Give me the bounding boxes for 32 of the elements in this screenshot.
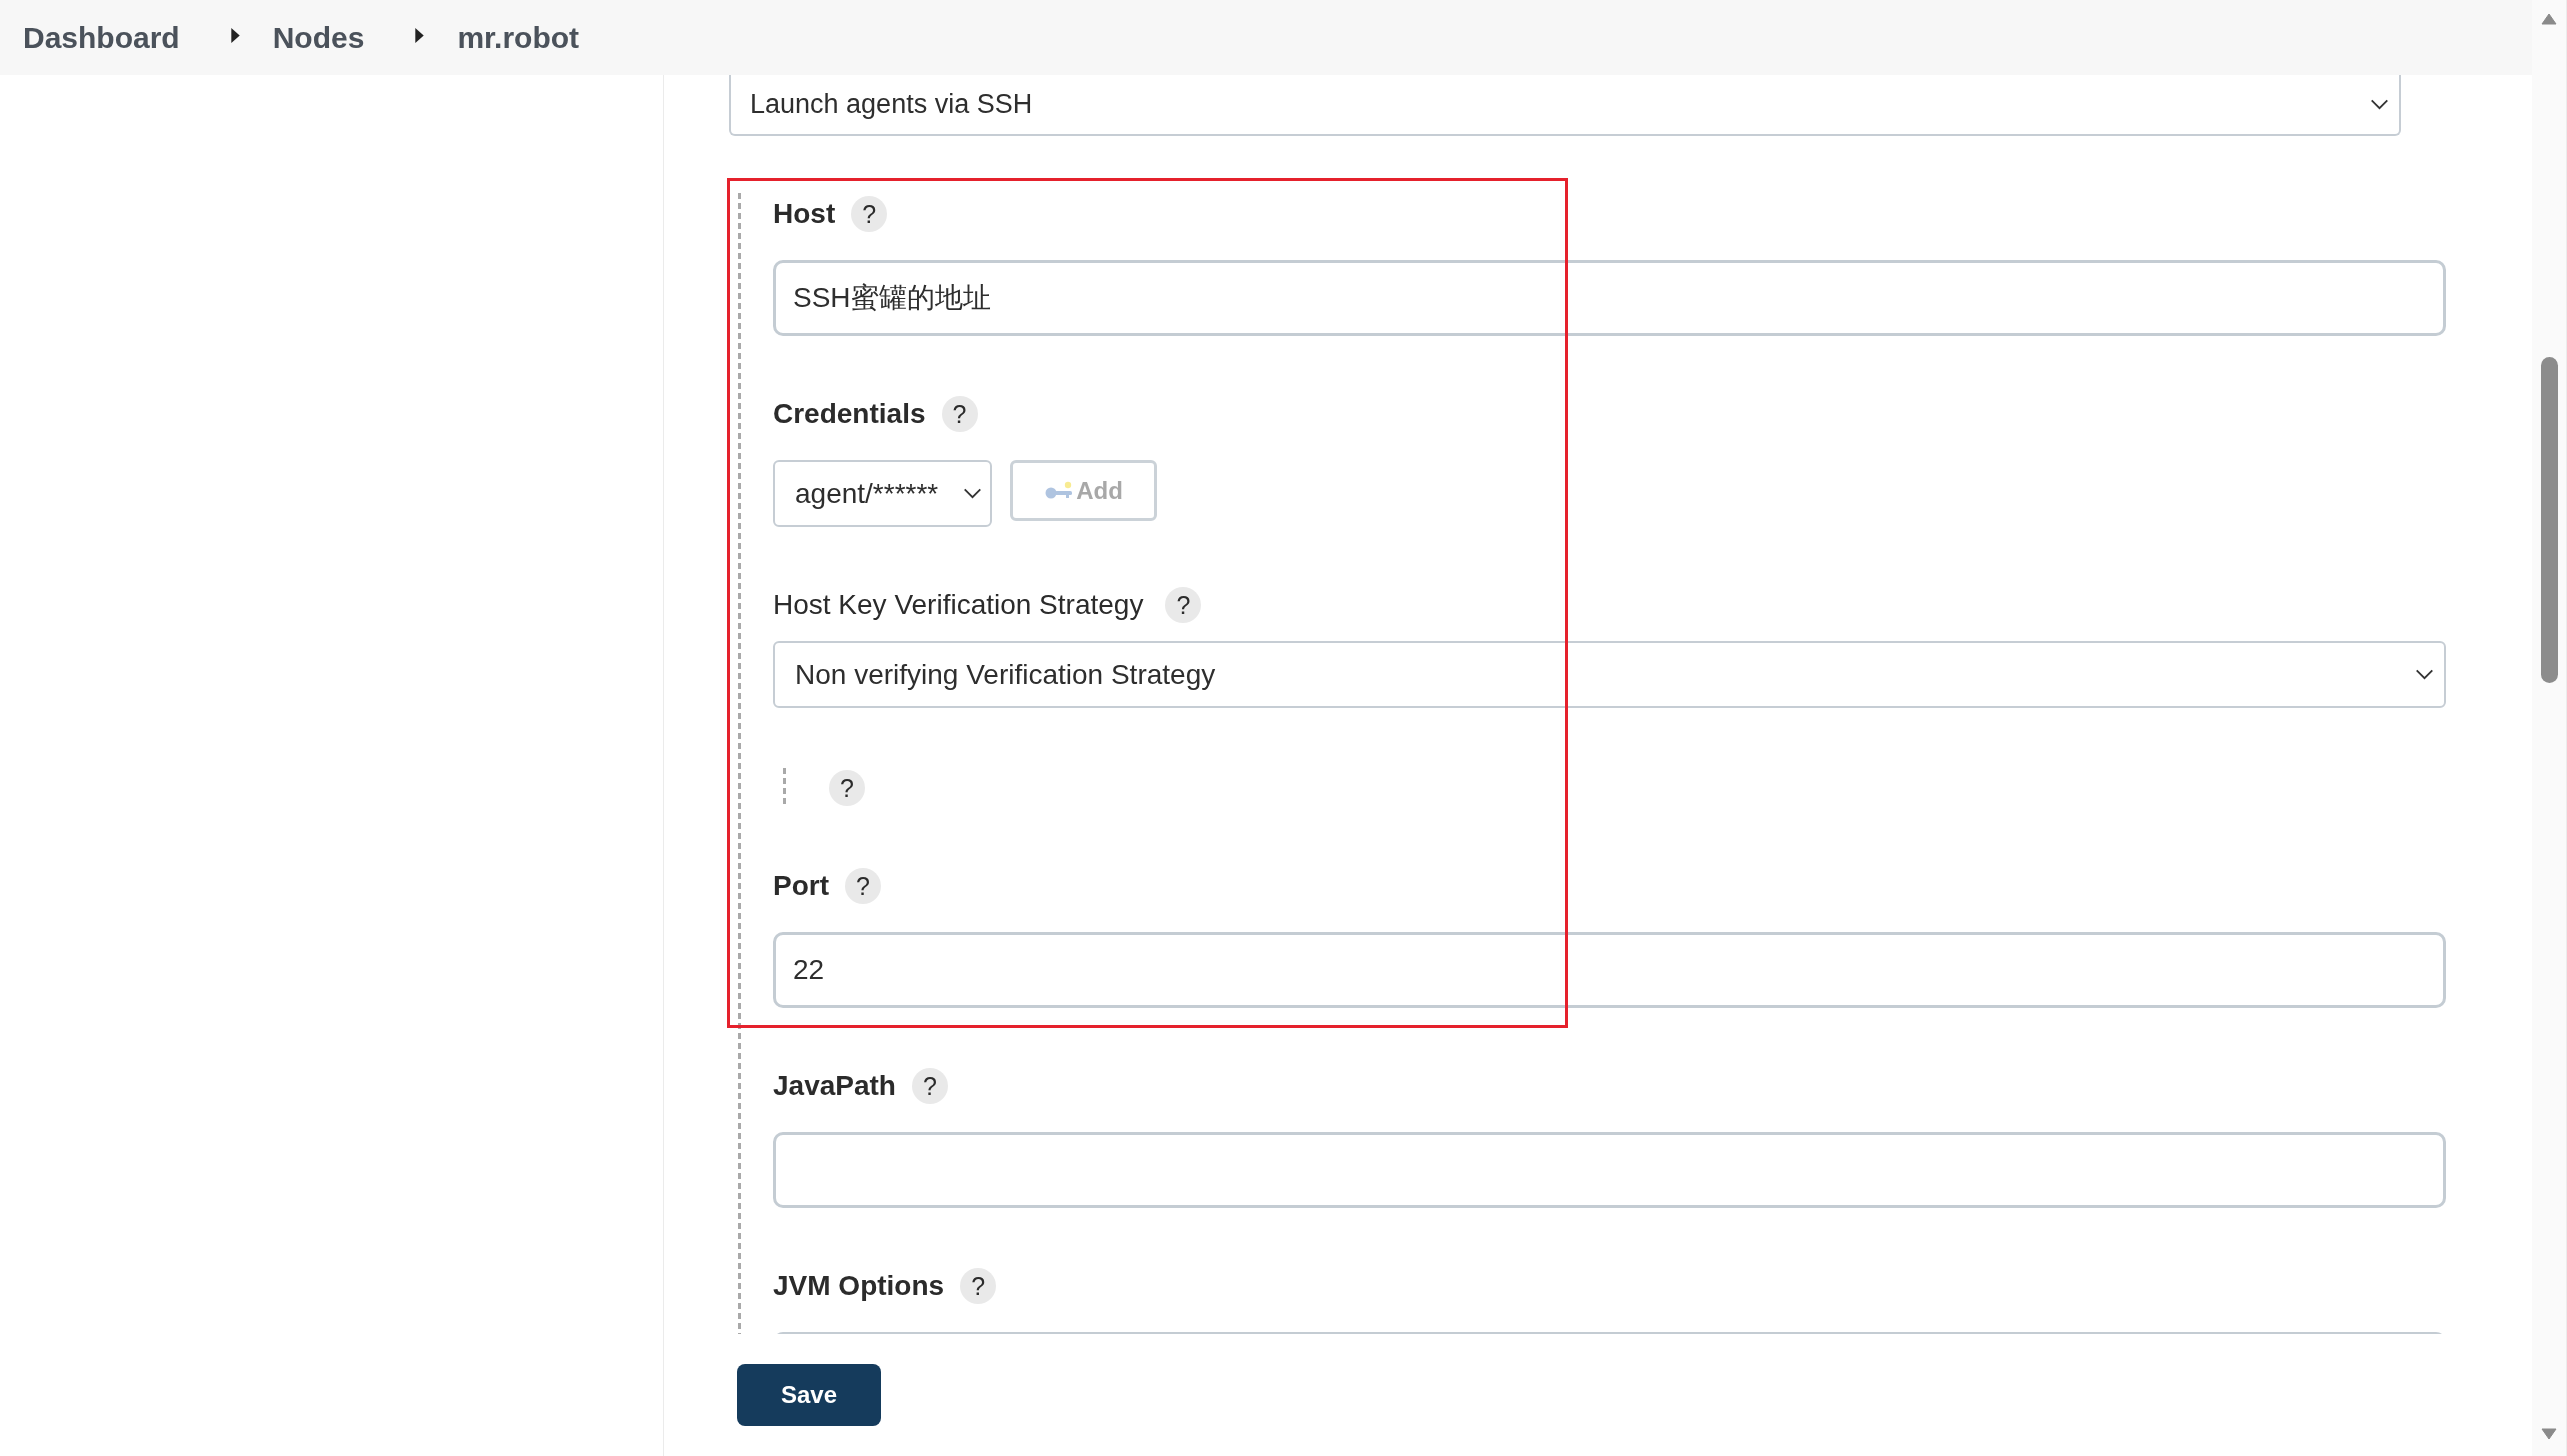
text-input[interactable] bbox=[773, 1132, 2446, 1208]
scrollbar-thumb[interactable] bbox=[2540, 357, 2558, 683]
breadcrumb-link[interactable]: Nodes bbox=[272, 19, 365, 56]
breadcrumb-link[interactable]: Dashboard bbox=[23, 19, 180, 56]
field-label: Port bbox=[773, 869, 829, 903]
breadcrumb-link[interactable]: mr.robot bbox=[457, 19, 580, 56]
caret-right-icon bbox=[230, 28, 240, 43]
help-button[interactable]: ? bbox=[960, 1268, 997, 1304]
scroll-up-arrow-icon[interactable] bbox=[2541, 13, 2557, 25]
dropdown[interactable]: Launch agents via SSH bbox=[729, 75, 2401, 136]
key-icon bbox=[1044, 480, 1075, 501]
credentials-dropdown[interactable]: agent/****** bbox=[773, 460, 992, 527]
field-label: JVM Options bbox=[773, 1269, 945, 1303]
scroll-down-arrow-icon[interactable] bbox=[2541, 1428, 2557, 1440]
field-label: Host Key Verification Strategy bbox=[773, 588, 1144, 622]
dropdown[interactable]: Non verifying Verification Strategy bbox=[773, 641, 2446, 708]
save-button[interactable]: Save bbox=[737, 1364, 881, 1426]
chevron-down-icon bbox=[2370, 99, 2389, 110]
help-button[interactable]: ? bbox=[911, 1068, 948, 1104]
field-label: JavaPath bbox=[773, 1069, 896, 1103]
text-input[interactable]: 22 bbox=[773, 932, 2446, 1008]
caret-right-icon bbox=[415, 28, 425, 43]
chevron-down-icon bbox=[963, 488, 982, 499]
help-button[interactable]: ? bbox=[829, 770, 865, 806]
help-button[interactable]: ? bbox=[851, 196, 888, 232]
field-label: Host bbox=[773, 197, 836, 231]
field-label: Credentials bbox=[773, 397, 926, 431]
help-button[interactable]: ? bbox=[845, 868, 881, 904]
help-button[interactable]: ? bbox=[941, 396, 978, 432]
chevron-down-icon bbox=[2415, 669, 2434, 680]
text-input[interactable]: SSH蜜罐的地址 bbox=[773, 260, 2446, 336]
help-button[interactable]: ? bbox=[1165, 587, 1202, 623]
